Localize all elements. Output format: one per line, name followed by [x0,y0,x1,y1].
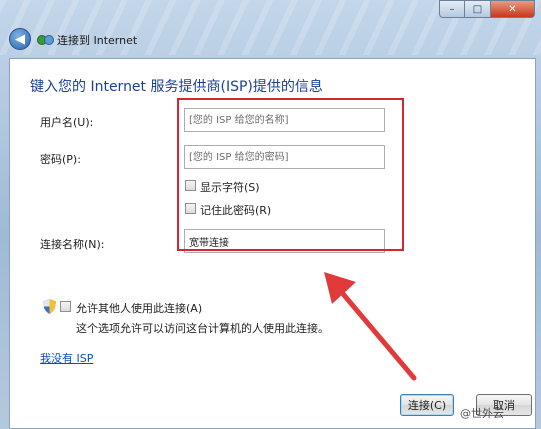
watermark-text: @世外云 [460,407,504,420]
minimize-button[interactable]: – [439,0,465,18]
watermark: @世外云 [460,405,504,421]
connect-button[interactable]: 连接(C) [400,394,454,416]
highlight-box [177,98,404,251]
allow-others-note: 这个选项允许可以访问这台计算机的人使用此连接。 [76,322,329,335]
network-connection-icon [37,33,54,45]
maximize-button[interactable]: □ [465,0,491,18]
password-label: 密码(P): [40,153,81,166]
allow-others-checkbox[interactable] [60,301,71,312]
username-label: 用户名(U): [40,116,94,129]
connection-name-label: 连接名称(N): [40,238,105,251]
caption-buttons: – □ ✕ [439,0,535,18]
annotation-arrow-icon [324,272,417,381]
back-arrow-icon[interactable]: ◀ [9,28,31,50]
close-button[interactable]: ✕ [491,0,535,18]
no-isp-link[interactable]: 我没有 ISP [40,350,93,366]
uac-shield-icon [43,299,56,314]
allow-others-label: 允许其他人使用此连接(A) [76,302,203,315]
window-title: 连接到 Internet [57,34,138,47]
page-heading: 键入您的 Internet 服务提供商(ISP)提供的信息 [30,79,323,95]
